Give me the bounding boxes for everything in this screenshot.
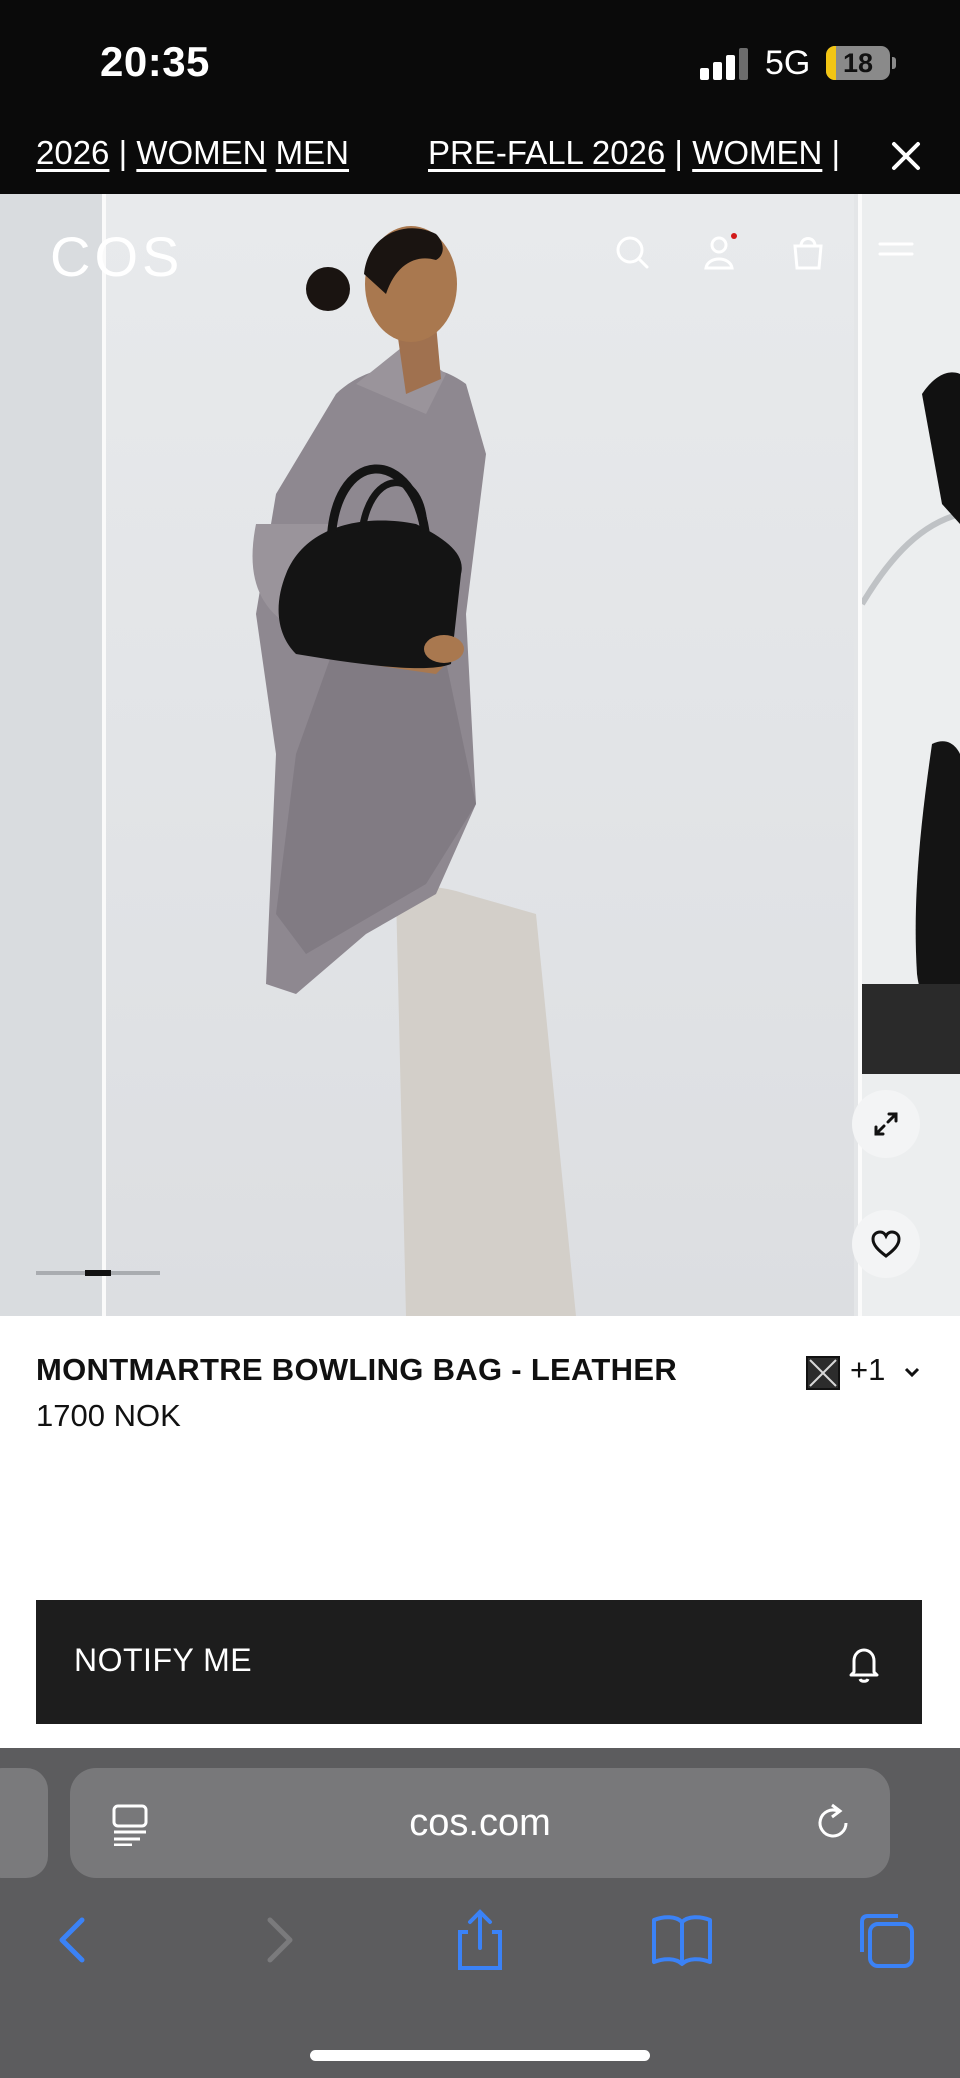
product-image[interactable] xyxy=(106,194,854,1316)
reload-icon[interactable] xyxy=(810,1800,856,1846)
address-bar[interactable]: cos.com xyxy=(70,1768,890,1878)
gallery-prev-image[interactable] xyxy=(0,194,104,1316)
promo-link-collection[interactable]: 2026 xyxy=(36,134,109,171)
menu-icon[interactable] xyxy=(876,232,916,272)
promo-link-women[interactable]: WOMEN xyxy=(136,134,266,171)
cos-logo[interactable]: COS xyxy=(50,224,183,289)
back-icon[interactable] xyxy=(40,1908,104,1972)
share-icon[interactable] xyxy=(448,1908,512,1972)
promo-segment: 2026 | WOMEN MEN xyxy=(36,134,349,172)
notify-me-label: NOTIFY ME xyxy=(74,1642,253,1678)
more-colors-count[interactable]: +1 xyxy=(850,1352,885,1388)
promo-link-more[interactable]: | xyxy=(832,134,841,171)
promo-link-collection[interactable]: PRE-FALL 2026 xyxy=(428,134,665,171)
bag-icon[interactable] xyxy=(788,232,828,272)
promo-banner: 2026 | WOMEN MEN PRE-FALL 2026 | WOMEN | xyxy=(0,120,960,194)
bookmarks-icon[interactable] xyxy=(650,1908,714,1972)
expand-icon xyxy=(874,1112,898,1136)
status-time: 20:35 xyxy=(100,38,210,85)
carousel-progress xyxy=(36,1270,160,1276)
promo-link-women[interactable]: WOMEN xyxy=(692,134,822,171)
product-name: MONTMARTRE BOWLING BAG - LEATHER xyxy=(36,1352,678,1387)
expand-button[interactable] xyxy=(852,1090,920,1158)
carousel-progress-thumb xyxy=(85,1270,111,1276)
bell-icon xyxy=(849,1648,879,1683)
color-swatch[interactable] xyxy=(806,1356,840,1390)
product-gallery[interactable]: COS xyxy=(0,194,960,1316)
battery-level: 18 xyxy=(842,48,874,78)
promo-link-men[interactable]: MEN xyxy=(276,134,349,171)
previous-tab-preview[interactable] xyxy=(0,1768,48,1878)
network-type: 5G xyxy=(765,44,811,82)
heart-icon xyxy=(871,1230,901,1258)
notify-me-button[interactable]: NOTIFY ME xyxy=(36,1600,922,1724)
model-with-bag-illustration xyxy=(252,226,576,1316)
home-indicator[interactable] xyxy=(310,2050,650,2061)
account-icon[interactable] xyxy=(700,232,740,272)
battery-icon: 18 xyxy=(826,46,890,80)
chevron-down-icon[interactable] xyxy=(902,1364,922,1380)
wishlist-button[interactable] xyxy=(852,1210,920,1278)
browser-chrome: cos.com xyxy=(0,1748,960,2078)
promo-separator: | xyxy=(665,134,693,171)
product-price: 1700 NOK xyxy=(36,1398,181,1433)
swatch-pattern xyxy=(809,1359,837,1387)
promo-separator: | xyxy=(109,134,137,171)
search-icon[interactable] xyxy=(612,232,652,272)
url-text[interactable]: cos.com xyxy=(70,1802,890,1845)
signal-icon xyxy=(700,48,750,80)
forward-icon[interactable] xyxy=(248,1908,312,1972)
close-icon[interactable] xyxy=(884,134,928,178)
promo-segment: PRE-FALL 2026 | WOMEN | xyxy=(428,134,840,172)
tabs-icon[interactable] xyxy=(854,1908,918,1972)
battery-nub xyxy=(892,57,896,69)
promo-track: 2026 | WOMEN MEN PRE-FALL 2026 | WOMEN | xyxy=(36,134,856,184)
status-bar: 20:35 5G 18 xyxy=(0,0,960,120)
